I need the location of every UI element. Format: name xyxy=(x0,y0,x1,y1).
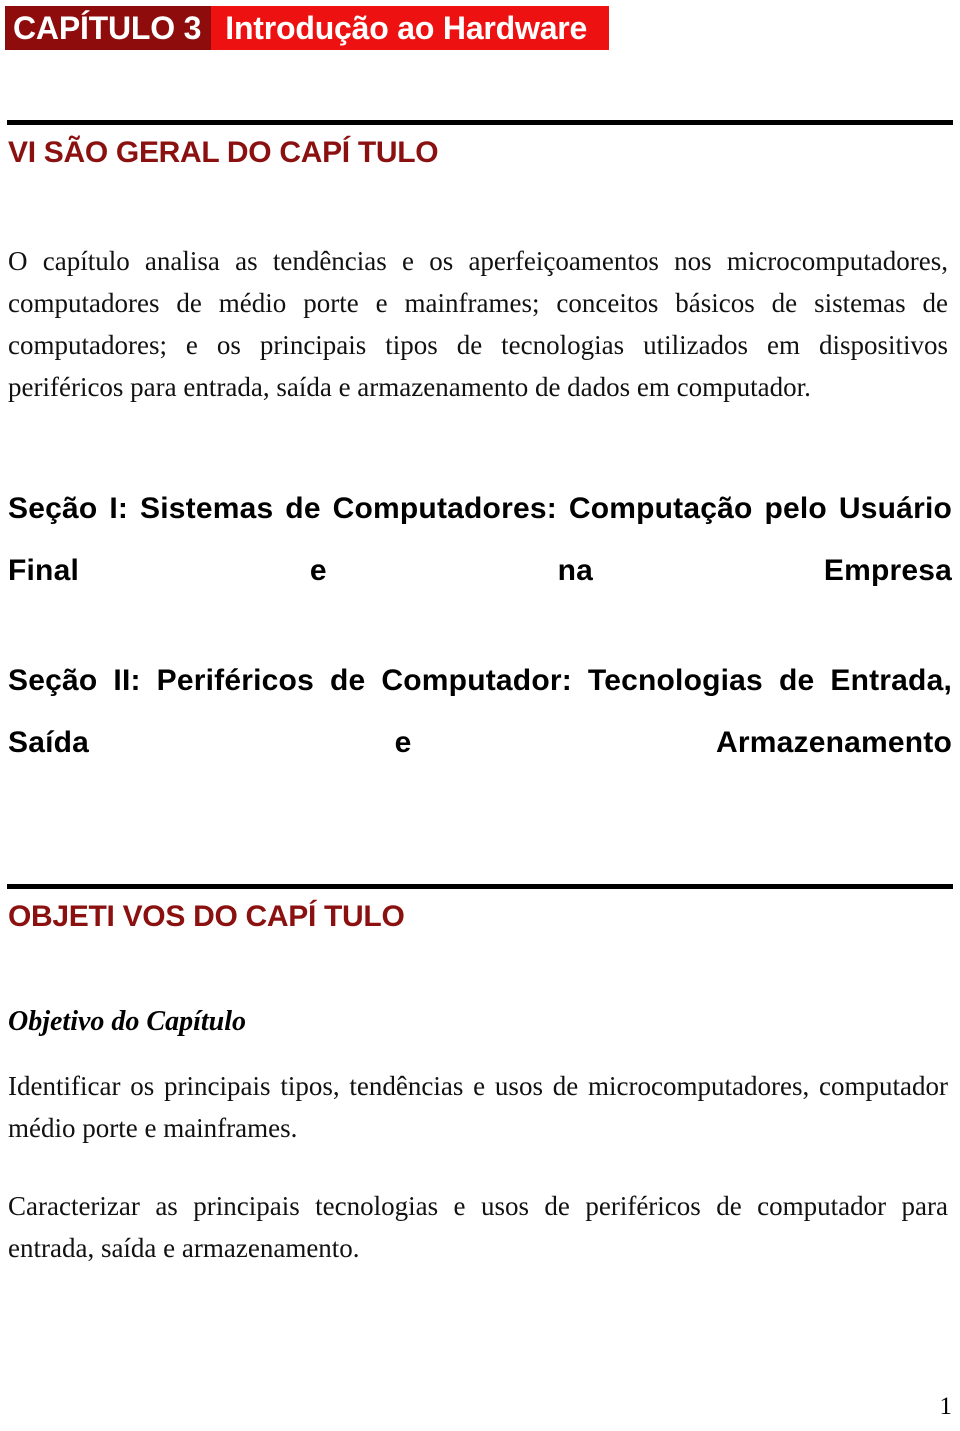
page-number: 1 xyxy=(939,1393,953,1420)
objectives-section-heading: OBJETI VOS DO CAPÍ TULO xyxy=(8,900,405,933)
section-divider-objectives xyxy=(7,884,953,889)
chapter-banner: CAPÍTULO 3 Introdução ao Hardware xyxy=(5,6,610,50)
objective-paragraph-2: Caracterizar as principais tecnologias e… xyxy=(8,1191,948,1263)
overview-paragraph: O capítulo analisa as tendências e os ap… xyxy=(8,246,948,402)
banner-chapter-title: Introdução ao Hardware xyxy=(211,6,610,50)
overview-section-heading: VI SÃO GERAL DO CAPÍ TULO xyxy=(8,136,439,169)
objective-paragraph-1: Identificar os principais tipos, tendênc… xyxy=(8,1071,948,1143)
banner-chapter-label: CAPÍTULO 3 xyxy=(5,6,212,50)
objective-subheading: Objetivo do Capítulo xyxy=(8,1006,246,1037)
secao-1-title: Seção I: Sistemas de Computadores: Compu… xyxy=(8,492,952,587)
secao-2-title: Seção II: Periféricos de Computador: Tec… xyxy=(8,664,952,759)
section-divider-overview xyxy=(7,120,953,125)
